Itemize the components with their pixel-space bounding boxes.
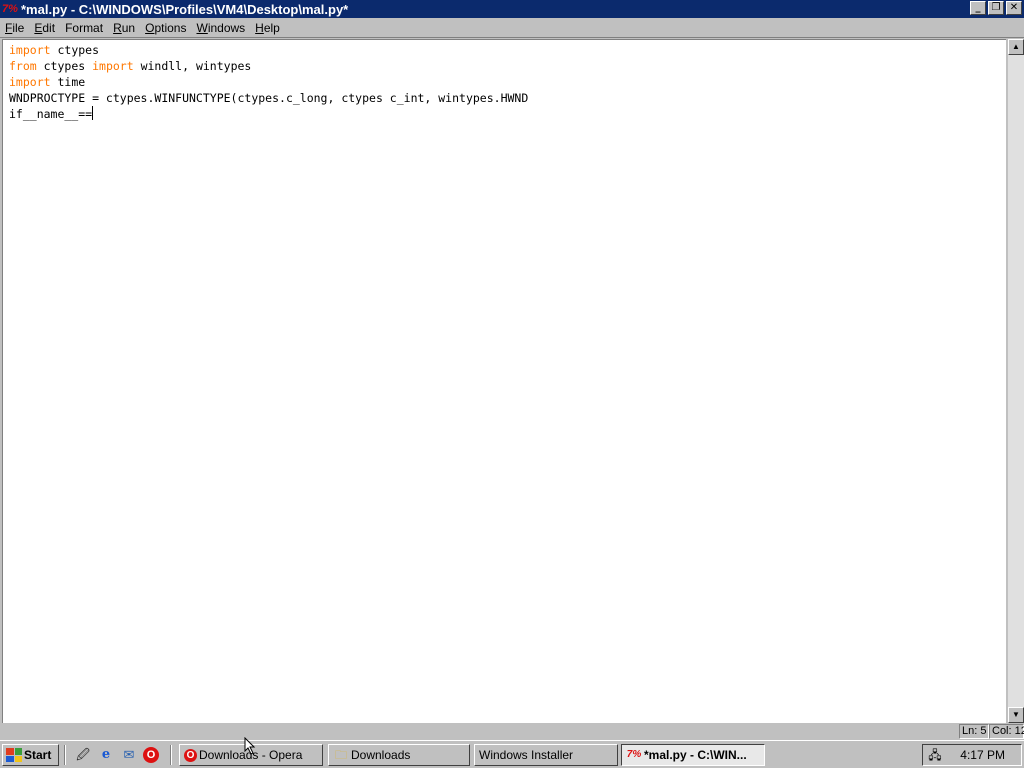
folder-icon: 🗀	[334, 748, 347, 762]
menu-windows[interactable]: Windows	[191, 21, 250, 35]
taskbar-separator	[64, 745, 66, 765]
task-button-downloads[interactable]: 🗀 Downloads	[328, 744, 470, 766]
code-line: WNDPROCTYPE = ctypes.WINFUNCTYPE(ctypes.…	[9, 91, 529, 105]
restore-button[interactable]: ❐	[988, 1, 1004, 15]
menu-file[interactable]: File	[0, 21, 29, 35]
code-line: import time	[9, 75, 86, 89]
minimize-button[interactable]: _	[970, 1, 986, 15]
menu-edit[interactable]: Edit	[29, 21, 60, 35]
code-editor[interactable]: import ctypes from ctypes import windll, …	[2, 39, 1006, 723]
code-text[interactable]: import ctypes from ctypes import windll, …	[9, 42, 528, 122]
menu-run[interactable]: Run	[108, 21, 140, 35]
show-desktop-icon[interactable]: 🖉	[75, 747, 91, 763]
mouse-pointer-icon	[244, 737, 256, 755]
windows-logo-icon	[6, 748, 22, 762]
task-label: *mal.py - C:\WIN...	[644, 748, 747, 762]
line-number-status: Ln: 5	[959, 724, 989, 739]
system-tray: 🖧 4:17 PM	[922, 744, 1022, 766]
idle-app-icon[interactable]: 7%	[2, 1, 18, 17]
taskbar: Start 🖉 e ✉ O O Downloads - Opera 🗀 Down…	[0, 740, 1024, 768]
code-line: import ctypes	[9, 43, 100, 57]
outlook-express-icon[interactable]: ✉	[121, 747, 137, 763]
code-line: if__name__==	[9, 106, 94, 121]
network-icon[interactable]: 🖧	[927, 747, 943, 763]
vertical-scrollbar[interactable]: ▲ ▼	[1008, 39, 1024, 723]
status-bar: Ln: 5 Col: 12	[0, 723, 1024, 740]
scroll-up-button[interactable]: ▲	[1008, 39, 1024, 55]
window-title-bar[interactable]: 7% *mal.py - C:\WINDOWS\Profiles\VM4\Des…	[0, 0, 1024, 18]
start-label: Start	[24, 748, 52, 762]
task-button-idle-editor[interactable]: 7% *mal.py - C:\WIN...	[621, 744, 765, 766]
scroll-down-button[interactable]: ▼	[1008, 707, 1024, 723]
opera-icon[interactable]: O	[143, 747, 159, 763]
text-cursor	[92, 106, 94, 120]
window-title: *mal.py - C:\WINDOWS\Profiles\VM4\Deskto…	[21, 1, 349, 17]
menu-options[interactable]: Options	[140, 21, 191, 35]
taskbar-separator	[170, 745, 172, 765]
menu-bar: File Edit Format Run Options Windows Hel…	[0, 18, 1024, 38]
menu-format[interactable]: Format	[60, 21, 108, 35]
column-number-status: Col: 12	[989, 724, 1024, 739]
idle-icon: 7%	[626, 749, 642, 760]
opera-icon: O	[184, 748, 197, 762]
internet-explorer-icon[interactable]: e	[98, 747, 114, 763]
task-button-windows-installer[interactable]: Windows Installer	[474, 744, 618, 766]
task-label: Downloads	[351, 748, 411, 762]
clock[interactable]: 4:17 PM	[960, 748, 1005, 762]
code-line: from ctypes import windll, wintypes	[9, 59, 252, 73]
menu-help[interactable]: Help	[250, 21, 285, 35]
start-button[interactable]: Start	[2, 744, 59, 766]
task-label: Windows Installer	[479, 748, 574, 762]
close-button[interactable]: ✕	[1006, 1, 1022, 15]
